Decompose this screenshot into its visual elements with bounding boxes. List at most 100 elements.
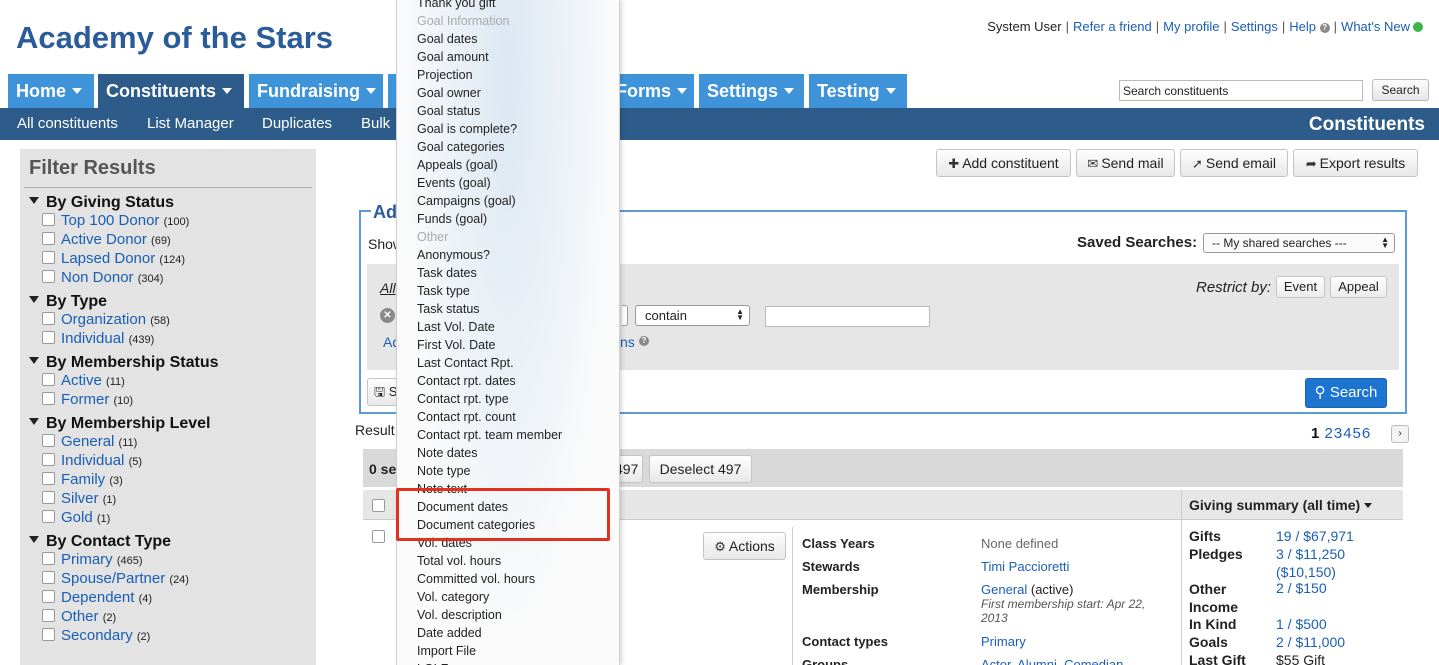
menu-item[interactable]: Vol. description <box>417 608 502 622</box>
criterion-value-input[interactable] <box>765 306 930 327</box>
menu-item[interactable]: Goal categories <box>417 140 505 154</box>
row-checkbox[interactable] <box>372 530 385 543</box>
filter-group-header[interactable]: By Giving Status <box>29 194 316 212</box>
filter-checkbox[interactable] <box>42 312 55 325</box>
advanced-search-button[interactable]: ⚲ Search <box>1305 378 1387 408</box>
giving-value-link[interactable]: 2 / $11,000 <box>1276 633 1345 651</box>
filter-checkbox[interactable] <box>42 232 55 245</box>
operator-select[interactable]: contain ▲ ▼ <box>635 305 750 326</box>
menu-item[interactable]: Goal is complete? <box>417 122 517 136</box>
filter-link[interactable]: Active Donor <box>61 231 147 248</box>
whats-new-link[interactable]: What's New <box>1341 19 1410 34</box>
filter-link[interactable]: Primary <box>61 551 113 568</box>
filter-link[interactable]: Organization <box>61 311 146 328</box>
settings-link[interactable]: Settings <box>1231 19 1278 34</box>
send-email-button[interactable]: ➚ Send email <box>1180 149 1288 177</box>
filter-group-header[interactable]: By Membership Level <box>29 415 316 433</box>
giving-value-link[interactable]: 2 / $150 <box>1276 579 1327 597</box>
giving-value-link[interactable]: 1 / $500 <box>1276 615 1327 633</box>
menu-item[interactable]: Date added <box>417 626 482 640</box>
menu-item[interactable]: Vol. category <box>417 590 489 604</box>
filter-checkbox[interactable] <box>42 510 55 523</box>
contact-type-link[interactable]: Primary <box>981 634 1026 649</box>
filter-checkbox[interactable] <box>42 331 55 344</box>
menu-item[interactable]: Thank you gift <box>417 0 496 10</box>
filter-checkbox[interactable] <box>42 373 55 386</box>
menu-item[interactable]: Import File <box>417 644 476 658</box>
filter-checkbox[interactable] <box>42 270 55 283</box>
filter-link[interactable]: Family <box>61 471 105 488</box>
filter-link[interactable]: Non Donor <box>61 269 134 286</box>
menu-item[interactable]: Contact rpt. count <box>417 410 516 424</box>
options-link[interactable]: ns <box>620 334 635 350</box>
filter-link[interactable]: Silver <box>61 490 99 507</box>
menu-item[interactable]: Last Vol. Date <box>417 320 495 334</box>
menu-item[interactable]: Projection <box>417 68 473 82</box>
menu-item[interactable]: Events (goal) <box>417 176 491 190</box>
menu-item[interactable]: Goal owner <box>417 86 481 100</box>
nav-forms[interactable]: Forms <box>608 74 694 108</box>
filter-checkbox[interactable] <box>42 590 55 603</box>
filter-checkbox[interactable] <box>42 491 55 504</box>
filter-checkbox[interactable] <box>42 609 55 622</box>
filter-checkbox[interactable] <box>42 213 55 226</box>
search-constituents-input[interactable] <box>1119 80 1363 101</box>
menu-item[interactable]: Note dates <box>417 446 477 460</box>
membership-link[interactable]: General <box>981 582 1027 597</box>
page-link[interactable]: 2 <box>1325 425 1333 442</box>
page-link[interactable]: 3 <box>1334 425 1342 442</box>
page-link[interactable]: 4 <box>1343 425 1351 442</box>
menu-item[interactable]: Goal amount <box>417 50 489 64</box>
subnav-duplicates[interactable]: Duplicates <box>262 108 332 140</box>
filter-link[interactable]: Top 100 Donor <box>61 212 159 229</box>
all-link[interactable]: All <box>380 280 396 296</box>
menu-item[interactable]: Last Contact Rpt. <box>417 356 514 370</box>
refer-friend-link[interactable]: Refer a friend <box>1073 19 1152 34</box>
nav-fundraising[interactable]: Fundraising <box>249 74 383 108</box>
filter-link[interactable]: Individual <box>61 452 124 469</box>
filter-checkbox[interactable] <box>42 571 55 584</box>
filter-link[interactable]: Dependent <box>61 589 134 606</box>
menu-item[interactable]: Goal status <box>417 104 480 118</box>
filter-link[interactable]: Spouse/Partner <box>61 570 165 587</box>
send-mail-button[interactable]: ✉ Send mail <box>1076 149 1175 177</box>
filter-link[interactable]: Other <box>61 608 99 625</box>
menu-item[interactable]: Campaigns (goal) <box>417 194 516 208</box>
filter-checkbox[interactable] <box>42 251 55 264</box>
groups-link[interactable]: Actor, Alumni, Comedian <box>981 657 1123 665</box>
add-constituent-button[interactable]: ✚ Add constituent <box>936 149 1071 177</box>
menu-item[interactable]: Contact rpt. team member <box>417 428 562 442</box>
subnav-bulk[interactable]: Bulk <box>361 108 390 140</box>
my-profile-link[interactable]: My profile <box>1163 19 1219 34</box>
filter-group-header[interactable]: By Membership Status <box>29 354 316 372</box>
nav-settings[interactable]: Settings <box>699 74 804 108</box>
filter-link[interactable]: General <box>61 433 114 450</box>
remove-criterion-icon[interactable]: ✕ <box>380 308 395 323</box>
filter-checkbox[interactable] <box>42 453 55 466</box>
subnav-all-constituents[interactable]: All constituents <box>17 108 118 140</box>
nav-home[interactable]: Home <box>8 74 94 108</box>
filter-checkbox[interactable] <box>42 552 55 565</box>
giving-summary-header[interactable]: Giving summary (all time) <box>1189 497 1373 513</box>
export-results-button[interactable]: ➦ Export results <box>1293 149 1418 177</box>
filter-group-header[interactable]: By Contact Type <box>29 533 316 551</box>
nav-testing[interactable]: Testing <box>809 74 907 108</box>
menu-item[interactable]: Task dates <box>417 266 477 280</box>
filter-checkbox[interactable] <box>42 392 55 405</box>
menu-item[interactable]: Total vol. hours <box>417 554 501 568</box>
menu-item[interactable]: Note type <box>417 464 471 478</box>
menu-item[interactable]: First Vol. Date <box>417 338 496 352</box>
filter-link[interactable]: Lapsed Donor <box>61 250 155 267</box>
filter-link[interactable]: Active <box>61 372 102 389</box>
filter-link[interactable]: Gold <box>61 509 93 526</box>
search-button[interactable]: Search <box>1372 79 1429 101</box>
filter-checkbox[interactable] <box>42 472 55 485</box>
giving-value-link[interactable]: 19 / $67,971 <box>1276 527 1354 545</box>
filter-link[interactable]: Former <box>61 391 109 408</box>
field-select-edge[interactable] <box>622 305 628 326</box>
menu-item[interactable]: Anonymous? <box>417 248 490 262</box>
row-actions-button[interactable]: ⚙ Actions <box>703 532 786 560</box>
saved-searches-select[interactable]: -- My shared searches --- ▲ ▼ <box>1203 233 1395 253</box>
steward-link[interactable]: Timi Paccioretti <box>981 559 1069 574</box>
page-link[interactable]: 6 <box>1362 425 1370 442</box>
